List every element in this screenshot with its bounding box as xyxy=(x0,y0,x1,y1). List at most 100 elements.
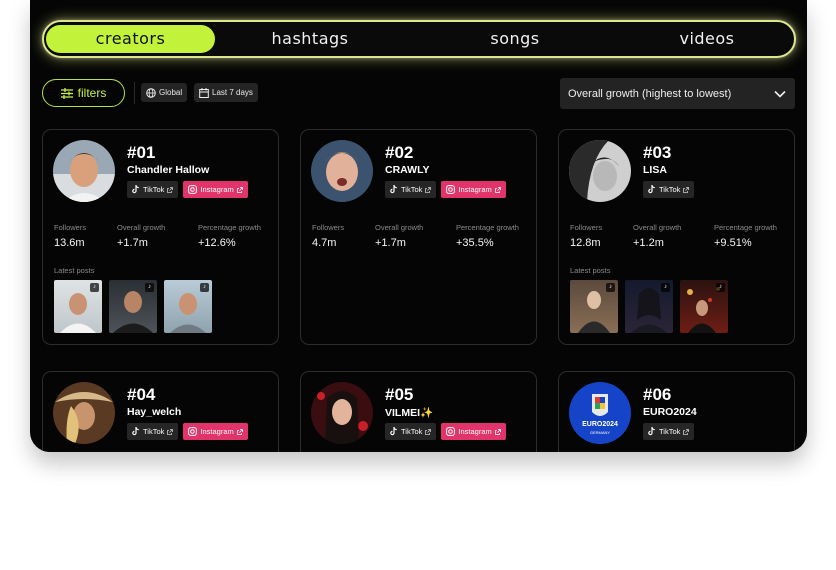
latest-posts-label: Latest posts xyxy=(54,266,95,275)
instagram-label: Instagram xyxy=(458,427,492,436)
period-chip-label: Last 7 days xyxy=(212,88,253,97)
app-window: creators hashtags songs videos filters G… xyxy=(30,0,807,452)
instagram-label: Instagram xyxy=(458,185,492,194)
tiktok-icon: ♪ xyxy=(90,283,99,292)
tiktok-label: TikTok xyxy=(143,427,165,436)
followers-stat: Followers 12.8m xyxy=(570,223,602,249)
instagram-icon xyxy=(446,185,456,194)
tiktok-label: TikTok xyxy=(401,185,423,194)
creator-name: VILMEI✨ xyxy=(385,407,434,419)
creator-name: Chandler Hallow xyxy=(127,164,210,176)
tiktok-icon: ♪ xyxy=(606,283,615,292)
instagram-link[interactable]: Instagram xyxy=(441,423,506,440)
overall-growth-value: +1.7m xyxy=(375,237,406,249)
tiktok-icon xyxy=(132,427,139,436)
followers-value: 13.6m xyxy=(54,237,85,249)
external-link-icon xyxy=(494,428,501,435)
divider xyxy=(134,82,135,104)
post-thumbnail[interactable]: ♪ xyxy=(164,280,212,333)
tiktok-icon xyxy=(390,185,397,194)
avatar xyxy=(311,382,373,444)
external-link-icon xyxy=(425,186,432,193)
rank: #01 xyxy=(127,143,156,162)
post-thumbnail[interactable]: ♪ xyxy=(570,280,618,333)
followers-value: 12.8m xyxy=(570,237,601,249)
tab-hashtags[interactable]: hashtags xyxy=(238,25,382,53)
tiktok-link[interactable]: TikTok xyxy=(127,181,179,198)
avatar xyxy=(311,140,373,202)
followers-label: Followers xyxy=(54,223,87,232)
filters-button[interactable]: filters xyxy=(42,79,125,107)
tiktok-link[interactable]: TikTok xyxy=(127,423,179,440)
followers-value: 4.7m xyxy=(312,237,337,249)
external-link-icon xyxy=(167,186,174,193)
followers-label: Followers xyxy=(312,223,345,232)
creator-name: EURO2024 xyxy=(643,406,697,418)
external-link-icon xyxy=(494,186,501,193)
followers-label: Followers xyxy=(570,223,603,232)
overall-growth-stat: Overall growth +1.7m xyxy=(117,223,165,249)
tiktok-link[interactable]: TikTok xyxy=(385,181,437,198)
creator-card[interactable]: #03 LISA TikTok Followers 12.8m Overall … xyxy=(558,129,795,345)
category-tabbar: creators hashtags songs videos xyxy=(42,20,796,58)
tab-creators[interactable]: creators xyxy=(46,25,215,53)
instagram-label: Instagram xyxy=(200,427,234,436)
latest-posts-label: Latest posts xyxy=(570,266,611,275)
creator-card[interactable]: #05 VILMEI✨ TikTok Instagram xyxy=(300,371,537,452)
overall-growth-stat: Overall growth +1.7m xyxy=(375,223,423,249)
instagram-icon xyxy=(446,427,456,436)
instagram-icon xyxy=(188,427,198,436)
followers-stat: Followers 13.6m xyxy=(54,223,86,249)
rank: #06 xyxy=(643,385,672,404)
rank: #04 xyxy=(127,385,156,404)
tiktok-icon xyxy=(132,185,139,194)
percentage-growth-value: +35.5% xyxy=(456,237,494,249)
avatar-logo-subtext: GERMANY xyxy=(589,430,611,435)
sort-dropdown[interactable]: Overall growth (highest to lowest) xyxy=(560,78,795,109)
tiktok-icon: ♪ xyxy=(661,283,670,292)
tiktok-link[interactable]: TikTok xyxy=(643,181,695,198)
percentage-growth-value: +12.6% xyxy=(198,237,236,249)
avatar xyxy=(53,382,115,444)
tiktok-icon xyxy=(648,427,655,436)
post-thumbnail[interactable]: ♪ xyxy=(54,280,102,333)
external-link-icon xyxy=(236,186,243,193)
tiktok-label: TikTok xyxy=(401,427,423,436)
percentage-growth-stat: Percentage growth +35.5% xyxy=(456,223,519,249)
creator-card[interactable]: EURO2024 GERMANY #06 EURO2024 TikTok xyxy=(558,371,795,452)
external-link-icon xyxy=(683,428,690,435)
tiktok-link[interactable]: TikTok xyxy=(385,423,437,440)
post-thumbnail[interactable]: ♪ xyxy=(625,280,673,333)
instagram-link[interactable]: Instagram xyxy=(183,423,248,440)
creator-card[interactable]: #02 CRAWLY TikTok Instagram Followers 4.… xyxy=(300,129,537,345)
creator-card[interactable]: #01 Chandler Hallow TikTok Instagram Fol… xyxy=(42,129,279,345)
sort-value: Overall growth (highest to lowest) xyxy=(568,87,732,100)
tiktok-icon xyxy=(648,185,655,194)
avatar xyxy=(53,140,115,202)
tiktok-label: TikTok xyxy=(659,185,681,194)
sliders-icon xyxy=(60,87,73,99)
tiktok-link[interactable]: TikTok xyxy=(643,423,695,440)
tiktok-icon: ♪ xyxy=(200,283,209,292)
calendar-icon xyxy=(199,87,209,98)
creator-card[interactable]: #04 Hay_welch TikTok Instagram xyxy=(42,371,279,452)
creator-name: Hay_welch xyxy=(127,406,182,418)
instagram-link[interactable]: Instagram xyxy=(441,181,506,198)
overall-growth-stat: Overall growth +1.2m xyxy=(633,223,681,249)
instagram-link[interactable]: Instagram xyxy=(183,181,248,198)
region-chip-label: Global xyxy=(159,88,183,97)
rank: #03 xyxy=(643,143,672,162)
tab-songs[interactable]: songs xyxy=(454,25,576,53)
tiktok-label: TikTok xyxy=(143,185,165,194)
creator-name: CRAWLY xyxy=(385,164,430,176)
percentage-growth-label: Percentage growth xyxy=(198,223,261,232)
region-chip[interactable]: Global xyxy=(141,83,188,102)
period-chip[interactable]: Last 7 days xyxy=(194,83,258,102)
tab-videos[interactable]: videos xyxy=(632,25,782,53)
post-thumbnail[interactable]: ♪ xyxy=(109,280,157,333)
rank: #02 xyxy=(385,143,414,162)
percentage-growth-label: Percentage growth xyxy=(456,223,519,232)
filters-label: filters xyxy=(77,86,107,100)
post-thumbnail[interactable]: ♪ xyxy=(680,280,728,333)
followers-stat: Followers 4.7m xyxy=(312,223,344,249)
